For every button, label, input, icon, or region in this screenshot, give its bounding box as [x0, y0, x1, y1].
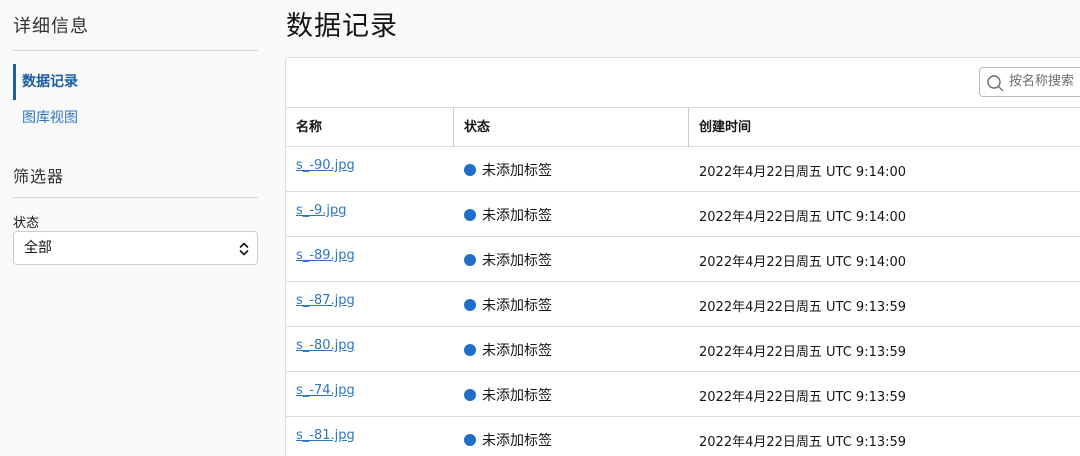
- status-filter-value: 全部: [24, 240, 52, 256]
- status-filter-label: 状态: [13, 216, 40, 231]
- status-cell: 未添加标签: [464, 340, 552, 360]
- status-dot-icon: [464, 344, 476, 356]
- record-name-link[interactable]: s_-89.jpg: [296, 248, 355, 263]
- created-time: 2022年4月22日周五 UTC 9:14:00: [699, 210, 907, 225]
- table-row[interactable]: s_-74.jpg 未添加标签 2022年4月22日周五 UTC 9:13:59: [286, 372, 1080, 417]
- record-name-link[interactable]: s_-9.jpg: [296, 203, 346, 218]
- app: 详细信息 数据记录 图库视图 筛选器 状态 全部 数据记录 按名称搜索 名称 状…: [0, 0, 1080, 456]
- status-cell: 未添加标签: [464, 430, 552, 450]
- details-heading: 详细信息: [13, 16, 89, 37]
- status-text: 未添加标签: [482, 298, 552, 314]
- data-records-panel: 按名称搜索 名称 状态 创建时间 s_-90.jpg 未添加标签 2022年4月…: [285, 57, 1080, 456]
- status-dot-icon: [464, 389, 476, 401]
- page-title: 数据记录: [286, 11, 398, 42]
- chevron-up-down-icon: [239, 242, 249, 256]
- status-cell: 未添加标签: [464, 250, 552, 270]
- search-input[interactable]: 按名称搜索: [979, 67, 1080, 97]
- created-time: 2022年4月22日周五 UTC 9:13:59: [699, 300, 907, 315]
- status-filter-select[interactable]: 全部: [13, 231, 258, 265]
- divider: [13, 50, 258, 51]
- sidebar: 详细信息 数据记录 图库视图 筛选器 状态 全部: [0, 0, 270, 456]
- table-row[interactable]: s_-80.jpg 未添加标签 2022年4月22日周五 UTC 9:13:59: [286, 327, 1080, 372]
- record-name-link[interactable]: s_-90.jpg: [296, 158, 355, 173]
- search-icon: [987, 75, 1004, 92]
- table-row[interactable]: s_-87.jpg 未添加标签 2022年4月22日周五 UTC 9:13:59: [286, 282, 1080, 327]
- created-time: 2022年4月22日周五 UTC 9:13:59: [699, 390, 907, 405]
- status-text: 未添加标签: [482, 163, 552, 179]
- record-name-link[interactable]: s_-80.jpg: [296, 338, 355, 353]
- status-dot-icon: [464, 164, 476, 176]
- record-name-link[interactable]: s_-74.jpg: [296, 383, 355, 398]
- column-divider: [453, 108, 454, 147]
- created-time: 2022年4月22日周五 UTC 9:14:00: [699, 165, 907, 180]
- created-time: 2022年4月22日周五 UTC 9:14:00: [699, 255, 907, 270]
- table-header: 名称 状态 创建时间: [286, 107, 1080, 147]
- column-divider: [688, 108, 689, 147]
- status-text: 未添加标签: [482, 208, 552, 224]
- status-dot-icon: [464, 254, 476, 266]
- status-dot-icon: [464, 299, 476, 311]
- column-header-created[interactable]: 创建时间: [699, 108, 751, 147]
- divider: [13, 197, 258, 198]
- status-dot-icon: [464, 434, 476, 446]
- table-row[interactable]: s_-90.jpg 未添加标签 2022年4月22日周五 UTC 9:14:00: [286, 147, 1080, 192]
- status-cell: 未添加标签: [464, 205, 552, 225]
- status-text: 未添加标签: [482, 388, 552, 404]
- status-cell: 未添加标签: [464, 160, 552, 180]
- sidebar-item-data-records[interactable]: 数据记录: [13, 64, 258, 100]
- created-time: 2022年4月22日周五 UTC 9:13:59: [699, 345, 907, 360]
- table-row[interactable]: s_-9.jpg 未添加标签 2022年4月22日周五 UTC 9:14:00: [286, 192, 1080, 237]
- table-row[interactable]: s_-81.jpg 未添加标签 2022年4月22日周五 UTC 9:13:59: [286, 417, 1080, 456]
- status-cell: 未添加标签: [464, 385, 552, 405]
- table-body: s_-90.jpg 未添加标签 2022年4月22日周五 UTC 9:14:00…: [286, 147, 1080, 456]
- table-row[interactable]: s_-89.jpg 未添加标签 2022年4月22日周五 UTC 9:14:00: [286, 237, 1080, 282]
- filters-heading: 筛选器: [13, 167, 65, 186]
- sidebar-nav: 数据记录 图库视图: [13, 64, 258, 136]
- status-text: 未添加标签: [482, 253, 552, 269]
- status-cell: 未添加标签: [464, 295, 552, 315]
- column-header-name[interactable]: 名称: [296, 108, 322, 147]
- created-time: 2022年4月22日周五 UTC 9:13:59: [699, 435, 907, 450]
- status-text: 未添加标签: [482, 433, 552, 449]
- search-placeholder: 按名称搜索: [1009, 74, 1075, 89]
- sidebar-item-gallery-view[interactable]: 图库视图: [13, 100, 258, 136]
- column-header-status[interactable]: 状态: [464, 108, 490, 147]
- status-dot-icon: [464, 209, 476, 221]
- record-name-link[interactable]: s_-81.jpg: [296, 428, 355, 443]
- record-name-link[interactable]: s_-87.jpg: [296, 293, 355, 308]
- status-text: 未添加标签: [482, 343, 552, 359]
